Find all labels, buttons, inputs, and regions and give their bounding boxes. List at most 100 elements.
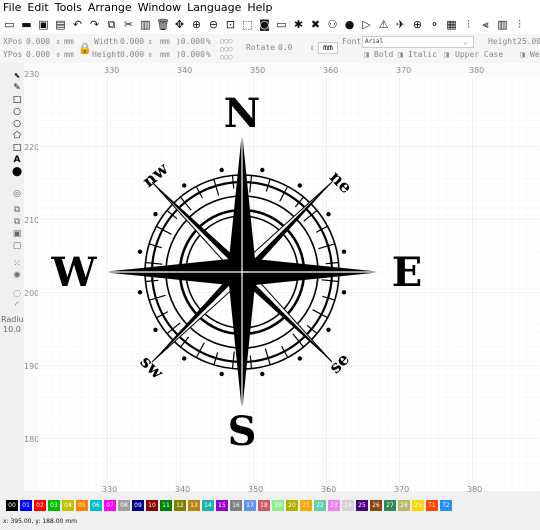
ypos-spinner-icon[interactable]: ⇕: [56, 50, 61, 59]
palette-swatch[interactable]: 20: [286, 500, 298, 511]
font-select[interactable]: Arial: [362, 36, 474, 48]
target-icon[interactable]: ⊕: [411, 18, 424, 31]
polygon-icon[interactable]: ⬠: [11, 131, 23, 141]
list-icon[interactable]: ⚬: [428, 18, 441, 31]
offset-icon[interactable]: ◌: [11, 289, 23, 299]
users-icon[interactable]: ⚇: [326, 18, 339, 31]
palette-swatch[interactable]: 27: [384, 500, 396, 511]
palette-swatch[interactable]: 09: [132, 500, 144, 511]
palette-swatch[interactable]: 26: [370, 500, 382, 511]
palette-swatch[interactable]: 03: [48, 500, 60, 511]
palette-swatch[interactable]: 05: [76, 500, 88, 511]
ellipse-icon[interactable]: ○: [11, 119, 23, 129]
palette-swatch[interactable]: 19: [272, 500, 284, 511]
xpos-spinner-icon[interactable]: ⇕: [56, 37, 61, 46]
group-icon[interactable]: ▣: [11, 229, 23, 239]
palette-swatch[interactable]: T2: [440, 500, 452, 511]
ypos-value[interactable]: 0.000: [26, 50, 50, 59]
palette-swatch[interactable]: 17: [244, 500, 256, 511]
palette-swatch[interactable]: 22: [314, 500, 326, 511]
palette-swatch[interactable]: 14: [202, 500, 214, 511]
tools-icon[interactable]: ✖: [309, 18, 322, 31]
italic-toggle-icon[interactable]: ◨: [398, 50, 403, 59]
save-as-icon[interactable]: ▤: [54, 18, 67, 31]
grid-icon[interactable]: ▦: [445, 18, 458, 31]
palette-swatch[interactable]: 12: [174, 500, 186, 511]
palette-swatch[interactable]: 21: [300, 500, 312, 511]
select-icon[interactable]: ⬚: [241, 18, 254, 31]
move-icon[interactable]: ✥: [173, 18, 186, 31]
distribute-icon[interactable]: ⫷: [479, 18, 492, 31]
corner-icon[interactable]: ◜: [11, 301, 23, 311]
palette-swatch[interactable]: 01: [20, 500, 32, 511]
font-select-chevron-icon[interactable]: ⌄: [463, 37, 468, 46]
unit-mm-button[interactable]: mm: [318, 42, 338, 54]
undo-icon[interactable]: ↶: [71, 18, 84, 31]
palette-swatch[interactable]: 25: [356, 500, 368, 511]
height-spinner-icon[interactable]: ⇕: [148, 50, 153, 59]
palette-swatch[interactable]: 11: [160, 500, 172, 511]
palette-swatch[interactable]: 16: [230, 500, 242, 511]
palette-swatch[interactable]: 00: [6, 500, 18, 511]
weld-toggle-icon[interactable]: ◨: [520, 50, 525, 59]
flip-icon[interactable]: ⚠: [377, 18, 390, 31]
gear-icon[interactable]: ✱: [292, 18, 305, 31]
open-icon[interactable]: ▬: [20, 18, 33, 31]
palette-swatch[interactable]: 07: [104, 500, 116, 511]
layers-icon[interactable]: ⧉: [11, 217, 23, 227]
new-icon[interactable]: ▭: [3, 18, 16, 31]
rotate-value[interactable]: 0.0: [278, 43, 292, 52]
lock-icon[interactable]: 🔒: [78, 42, 92, 55]
palette-swatch[interactable]: T1: [426, 500, 438, 511]
square-icon[interactable]: □: [11, 143, 23, 153]
select-arrow-icon[interactable]: ⬉: [11, 71, 23, 81]
array-icon[interactable]: ▥: [496, 18, 509, 31]
text-tool[interactable]: A: [11, 155, 23, 165]
palette-swatch[interactable]: 23: [328, 500, 340, 511]
menu-file[interactable]: File: [0, 0, 24, 16]
palette-swatch[interactable]: 13: [188, 500, 200, 511]
position-icon[interactable]: ⬤: [11, 167, 23, 177]
mirror-icon[interactable]: ▷: [360, 18, 373, 31]
ungroup-icon[interactable]: ▢: [11, 241, 23, 251]
user-icon[interactable]: ●: [343, 18, 356, 31]
delete-icon[interactable]: 🗑: [156, 18, 170, 31]
align-icon[interactable]: ⫶: [462, 18, 475, 31]
palette-swatch[interactable]: 15: [216, 500, 228, 511]
cut-icon[interactable]: ✂: [122, 18, 135, 31]
rotate-spinner-icon[interactable]: ⇕: [310, 43, 315, 52]
xpos-value[interactable]: 0.000: [26, 37, 50, 46]
send-icon[interactable]: ✈: [394, 18, 407, 31]
more-icon[interactable]: ⫶: [513, 18, 526, 31]
menu-edit[interactable]: Edit: [24, 0, 51, 16]
width-spinner-icon[interactable]: ⇕: [148, 37, 153, 46]
grid-array-icon[interactable]: ⁙: [11, 259, 23, 269]
bold-toggle-icon[interactable]: ◨: [364, 50, 369, 59]
pen-icon[interactable]: ✎: [11, 83, 23, 93]
paste-icon[interactable]: ▥: [139, 18, 152, 31]
palette-swatch[interactable]: 02: [34, 500, 46, 511]
palette-swatch[interactable]: 18: [258, 500, 270, 511]
anchor-grid-icon[interactable]: ○○○ ○○○ ○○○: [220, 37, 233, 61]
palette-swatch[interactable]: 28: [398, 500, 410, 511]
menu-help[interactable]: Help: [244, 0, 275, 16]
palette-swatch[interactable]: 10: [146, 500, 158, 511]
circle-icon[interactable]: ○: [11, 107, 23, 117]
scale-y-value[interactable]: )0.000: [176, 50, 205, 59]
copy-icon[interactable]: ⧉: [105, 18, 118, 31]
offset-shape-icon[interactable]: ◎: [11, 189, 23, 199]
font-height-value[interactable]: 25.00: [517, 37, 540, 46]
copy-icon[interactable]: ⧉: [11, 205, 23, 215]
menu-tools[interactable]: Tools: [52, 0, 85, 16]
palette-swatch[interactable]: 06: [90, 500, 102, 511]
palette-swatch[interactable]: 24: [342, 500, 354, 511]
menu-window[interactable]: Window: [135, 0, 184, 16]
zoom-fit-icon[interactable]: ⊡: [224, 18, 237, 31]
palette-swatch[interactable]: 29: [412, 500, 424, 511]
radial-array-icon[interactable]: ✺: [11, 271, 23, 281]
redo-icon[interactable]: ↷: [88, 18, 101, 31]
scale-x-value[interactable]: )0.000: [176, 37, 205, 46]
menu-language[interactable]: Language: [184, 0, 244, 16]
height-value[interactable]: 0.000: [120, 50, 144, 59]
uppercase-toggle-icon[interactable]: ◨: [444, 50, 449, 59]
